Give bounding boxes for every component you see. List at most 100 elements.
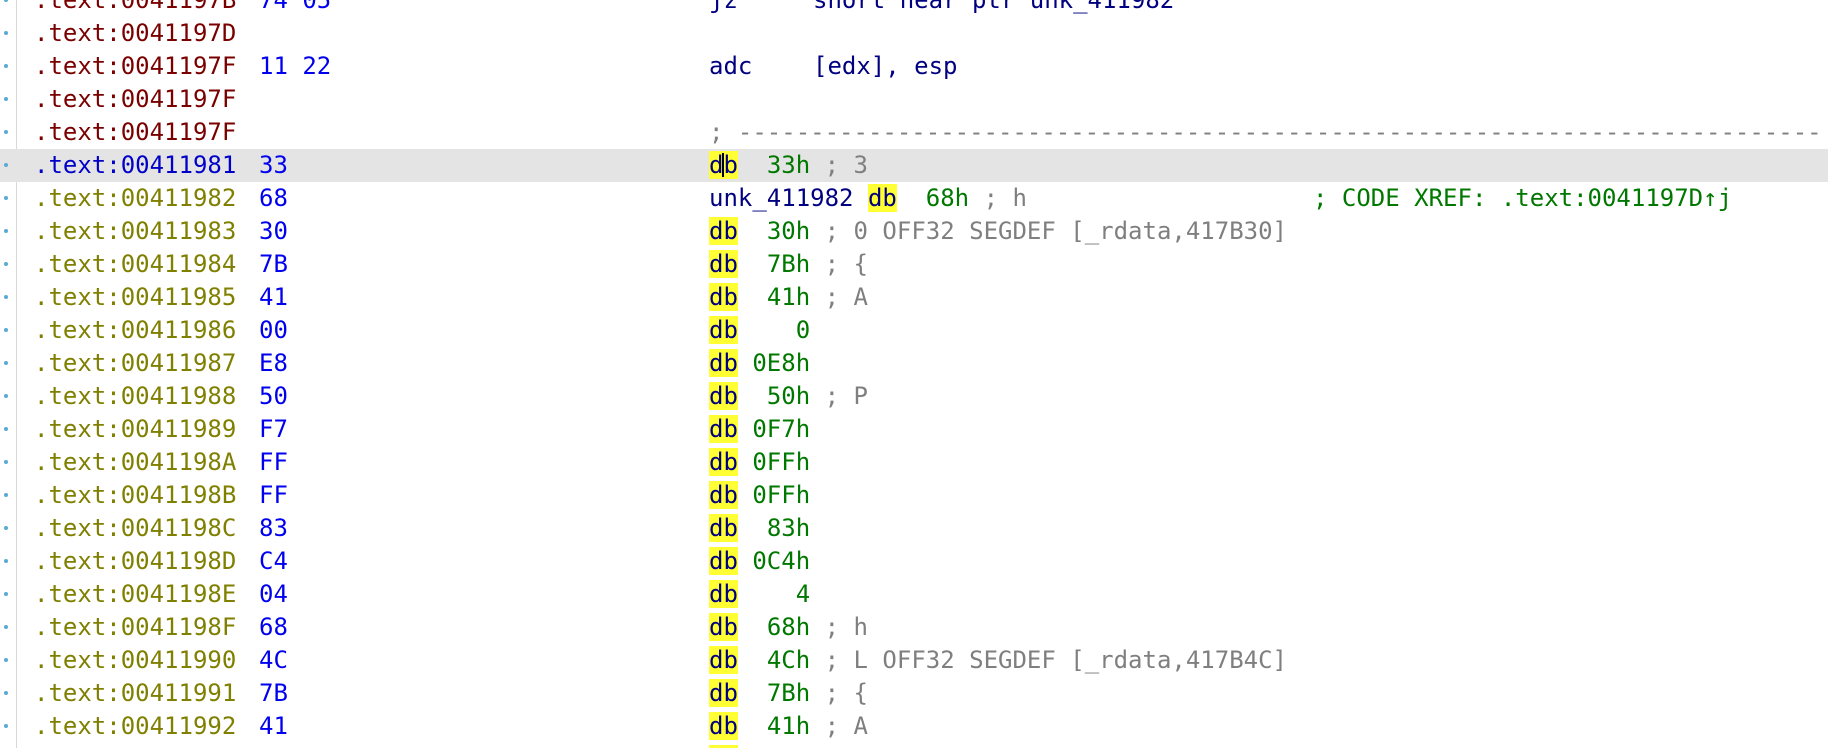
db-directive[interactable]: db bbox=[709, 382, 738, 410]
instruction-text[interactable]: db 0 bbox=[709, 743, 810, 748]
db-directive[interactable]: db bbox=[709, 250, 738, 278]
address-label[interactable]: .text:0041197B bbox=[34, 0, 236, 17]
address-label[interactable]: .text:0041198F bbox=[34, 611, 236, 644]
data-value[interactable]: 0FFh bbox=[752, 448, 810, 476]
data-value[interactable]: 0F7h bbox=[752, 415, 810, 443]
listing-row[interactable]: .text:00411984 7B db 7Bh ; { bbox=[0, 248, 1828, 281]
listing-row[interactable]: .text:00411991 7B db 7Bh ; { bbox=[0, 677, 1828, 710]
instruction-text[interactable]: db 30h ; 0 OFF32 SEGDEF [_rdata,417B30] bbox=[709, 215, 1287, 248]
instruction-text[interactable]: db 41h ; A bbox=[709, 281, 868, 314]
listing-row[interactable]: .text:0041197B 74 05 jz short near ptr unk_… bbox=[0, 0, 1828, 17]
address-label[interactable]: .text:00411992 bbox=[34, 710, 236, 743]
db-directive[interactable]: db bbox=[709, 448, 738, 476]
data-value[interactable]: 33h bbox=[767, 151, 810, 179]
data-value[interactable]: 4 bbox=[796, 580, 810, 608]
db-directive[interactable]: db bbox=[709, 316, 738, 344]
instruction-text[interactable]: db 50h ; P bbox=[709, 380, 868, 413]
address-label[interactable]: .text:0041198B bbox=[34, 479, 236, 512]
listing-row[interactable]: .text:00411993 00 db 0 bbox=[0, 743, 1828, 748]
address-label[interactable]: .text:0041198A bbox=[34, 446, 236, 479]
instruction-text[interactable]: jz short near ptr unk_411982 bbox=[709, 0, 1174, 17]
instruction-text[interactable]: db 0C4h bbox=[709, 545, 810, 578]
data-value[interactable]: 50h bbox=[767, 382, 810, 410]
listing-row[interactable]: .text:00411983 30 db 30h ; 0 OFF32 SEGDEF … bbox=[0, 215, 1828, 248]
instruction-text[interactable]: db 0FFh bbox=[709, 446, 810, 479]
db-directive[interactable]: db bbox=[709, 547, 738, 575]
data-value[interactable]: 0C4h bbox=[752, 547, 810, 575]
address-label[interactable]: .text:00411982 bbox=[34, 182, 236, 215]
listing-row[interactable]: .text:0041197F bbox=[0, 83, 1828, 116]
address-label[interactable]: .text:00411984 bbox=[34, 248, 236, 281]
listing-row[interactable]: .text:00411982 68 unk_411982 db 68h ; h ; C… bbox=[0, 182, 1828, 215]
db-directive[interactable]: db bbox=[709, 712, 738, 740]
current-line-row[interactable]: .text:00411981 33 db 33h ; 3 bbox=[0, 149, 1828, 182]
db-directive[interactable]: db bbox=[709, 646, 738, 674]
data-value[interactable]: 0 bbox=[796, 316, 810, 344]
db-directive[interactable]: db bbox=[709, 580, 738, 608]
instruction-text[interactable]: db 0FFh bbox=[709, 479, 810, 512]
instruction-text[interactable]: db 4Ch ; L OFF32 SEGDEF [_rdata,417B4C] bbox=[709, 644, 1287, 677]
db-directive[interactable]: db bbox=[709, 151, 738, 179]
data-value[interactable]: 7Bh bbox=[767, 679, 810, 707]
address-label[interactable]: .text:0041197F bbox=[34, 50, 236, 83]
address-label[interactable]: .text:00411991 bbox=[34, 677, 236, 710]
listing-row[interactable]: .text:0041198E 04 db 4 bbox=[0, 578, 1828, 611]
address-label[interactable]: .text:00411983 bbox=[34, 215, 236, 248]
address-label[interactable]: .text:0041198D bbox=[34, 545, 236, 578]
instruction-text[interactable]: db 83h bbox=[709, 512, 810, 545]
listing-row[interactable]: .text:0041198F 68 db 68h ; h bbox=[0, 611, 1828, 644]
address-label[interactable]: .text:00411981 bbox=[34, 149, 236, 182]
address-label[interactable]: .text:00411985 bbox=[34, 281, 236, 314]
instruction-text[interactable]: db 7Bh ; { bbox=[709, 677, 868, 710]
instruction-text[interactable]: db 0E8h bbox=[709, 347, 810, 380]
listing-row[interactable]: .text:0041197D bbox=[0, 17, 1828, 50]
instruction-text[interactable]: adc [edx], esp bbox=[709, 50, 958, 83]
operand[interactable]: [edx], esp bbox=[813, 52, 958, 80]
data-value[interactable]: 0FFh bbox=[752, 481, 810, 509]
listing-row[interactable]: .text:00411987 E8 db 0E8h bbox=[0, 347, 1828, 380]
instruction-text[interactable]: db 7Bh ; { bbox=[709, 248, 868, 281]
mnemonic[interactable]: jz bbox=[709, 0, 813, 17]
instruction-text[interactable]: db 33h ; 3 bbox=[709, 149, 868, 182]
db-directive[interactable]: db bbox=[709, 415, 738, 443]
data-value[interactable]: 68h bbox=[926, 184, 969, 212]
listing-row[interactable]: .text:00411990 4C db 4Ch ; L OFF32 SEGDEF … bbox=[0, 644, 1828, 677]
address-label[interactable]: .text:00411993 bbox=[34, 743, 236, 748]
instruction-text[interactable]: unk_411982 db 68h ; h bbox=[709, 182, 1027, 215]
mnemonic[interactable]: adc bbox=[709, 50, 813, 83]
data-value[interactable]: 41h bbox=[767, 283, 810, 311]
listing-row[interactable]: .text:00411986 00 db 0 bbox=[0, 314, 1828, 347]
data-value[interactable]: 4Ch bbox=[767, 646, 810, 674]
db-directive[interactable]: db bbox=[709, 217, 738, 245]
address-label[interactable]: .text:00411986 bbox=[34, 314, 236, 347]
db-directive[interactable]: db bbox=[709, 514, 738, 542]
address-label[interactable]: .text:00411989 bbox=[34, 413, 236, 446]
listing-row[interactable]: .text:0041198C 83 db 83h bbox=[0, 512, 1828, 545]
db-directive[interactable]: db bbox=[867, 184, 897, 212]
listing-row[interactable]: .text:00411985 41 db 41h ; A bbox=[0, 281, 1828, 314]
instruction-text[interactable]: db 0 bbox=[709, 314, 810, 347]
address-label[interactable]: .text:0041197D bbox=[34, 17, 236, 50]
db-directive[interactable]: db bbox=[709, 679, 738, 707]
address-label[interactable]: .text:0041197F bbox=[34, 116, 236, 149]
data-value[interactable]: 0E8h bbox=[752, 349, 810, 377]
listing-row[interactable]: .text:0041197F ; ------------------------… bbox=[0, 116, 1828, 149]
address-label[interactable]: .text:0041198C bbox=[34, 512, 236, 545]
db-directive[interactable]: db bbox=[709, 613, 738, 641]
listing-row[interactable]: .text:0041197F 11 22 adc [edx], esp bbox=[0, 50, 1828, 83]
data-label[interactable]: unk_411982 bbox=[709, 184, 854, 212]
listing-row[interactable]: .text:00411988 50 db 50h ; P bbox=[0, 380, 1828, 413]
listing-row[interactable]: .text:00411992 41 db 41h ; A bbox=[0, 710, 1828, 743]
db-directive[interactable]: db bbox=[709, 283, 738, 311]
code-xref-comment[interactable]: ; CODE XREF: .text:0041197D↑j bbox=[1313, 182, 1732, 215]
operand[interactable]: short near ptr unk_411982 bbox=[813, 0, 1174, 14]
data-value[interactable]: 68h bbox=[767, 613, 810, 641]
listing-row[interactable]: .text:0041198D C4 db 0C4h bbox=[0, 545, 1828, 578]
db-directive[interactable]: db bbox=[709, 481, 738, 509]
listing-row[interactable]: .text:00411989 F7 db 0F7h bbox=[0, 413, 1828, 446]
listing-row[interactable]: .text:0041198A FF db 0FFh bbox=[0, 446, 1828, 479]
address-label[interactable]: .text:0041198E bbox=[34, 578, 236, 611]
instruction-text[interactable]: db 68h ; h bbox=[709, 611, 868, 644]
data-value[interactable]: 7Bh bbox=[767, 250, 810, 278]
instruction-text[interactable]: db 4 bbox=[709, 578, 810, 611]
